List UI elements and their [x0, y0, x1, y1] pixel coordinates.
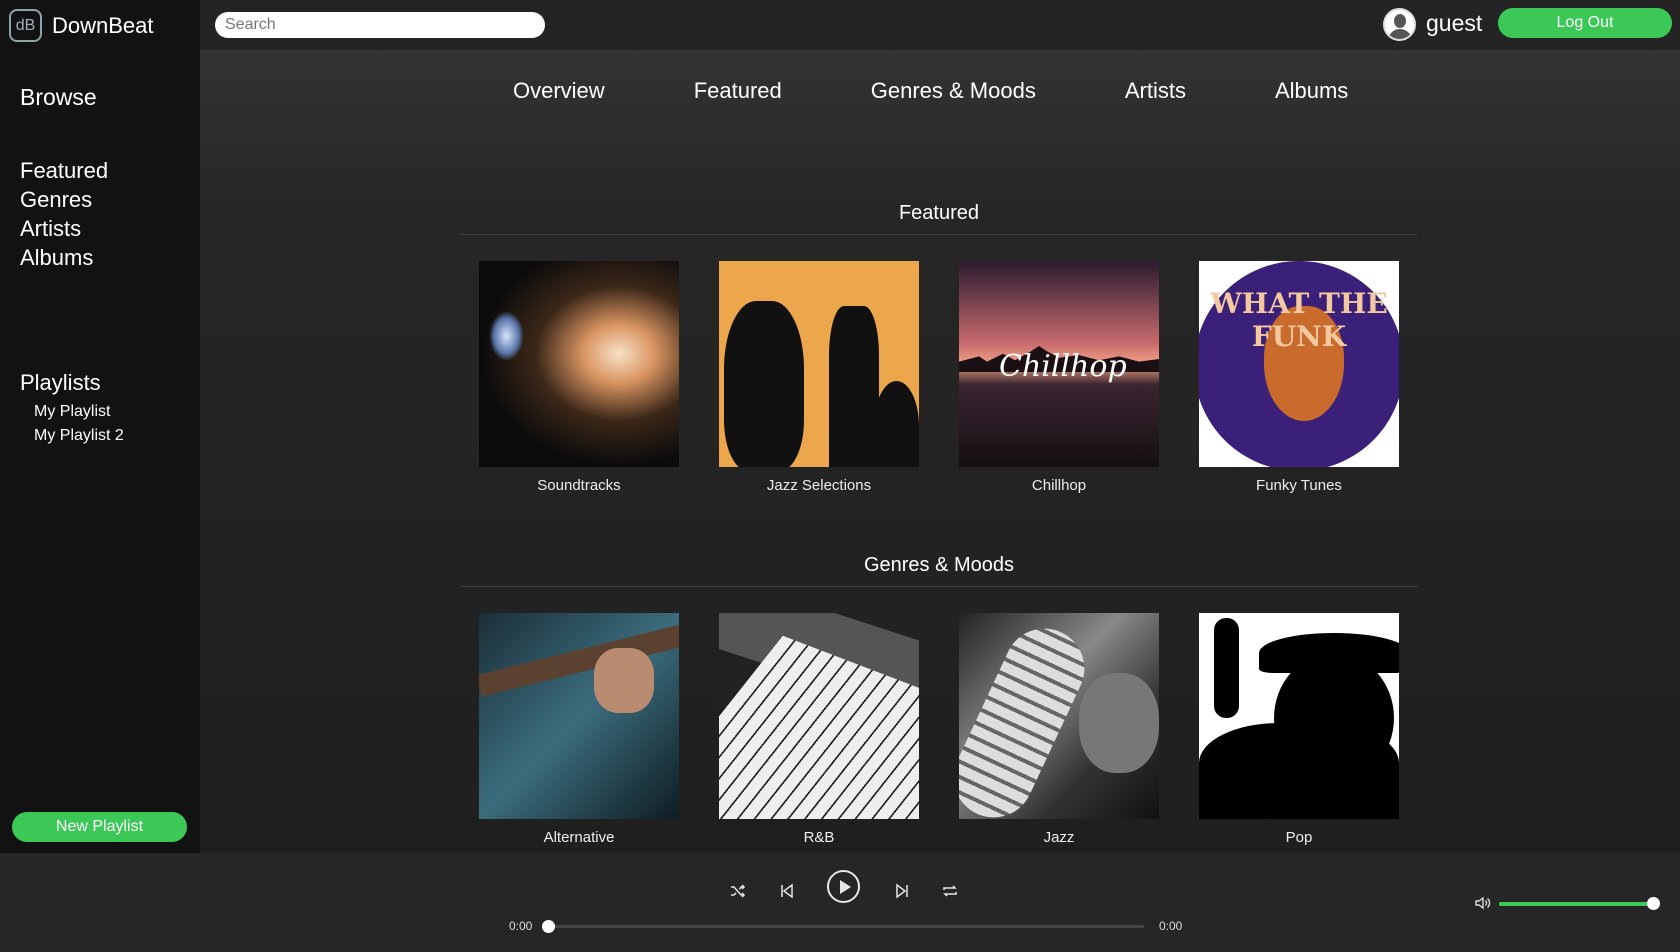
sidebar-item-featured[interactable]: Featured — [20, 156, 108, 185]
genres-divider — [460, 586, 1418, 587]
genre-card-rnb[interactable]: R&B — [719, 613, 919, 846]
cover-detail — [1259, 633, 1399, 673]
play-icon[interactable] — [827, 870, 860, 903]
tab-albums[interactable]: Albums — [1275, 78, 1348, 104]
cover-detail — [874, 381, 919, 467]
sidebar-item-genres[interactable]: Genres — [20, 185, 108, 214]
genres-grid: Alternative R&B Jazz Pop — [479, 613, 1439, 846]
genre-card-jazz[interactable]: Jazz — [959, 613, 1159, 846]
alternative-cover-image — [479, 613, 679, 819]
main-content: Overview Featured Genres & Moods Artists… — [200, 50, 1680, 853]
player-bar: 0:00 0:00 — [0, 853, 1680, 952]
tab-overview[interactable]: Overview — [513, 78, 605, 104]
jazz-cover-image — [959, 613, 1159, 819]
avatar-head — [1394, 14, 1406, 28]
app-root: dB DownBeat Browse Featured Genres Artis… — [0, 0, 1680, 952]
cover-detail — [594, 648, 654, 713]
progress-knob[interactable] — [542, 920, 555, 933]
app-logo[interactable]: dB DownBeat — [9, 9, 154, 42]
play-triangle — [839, 879, 851, 894]
card-caption: Jazz Selections — [766, 477, 872, 494]
search-input[interactable] — [215, 12, 545, 38]
cover-text: WHAT THE FUNK — [1210, 287, 1388, 353]
genre-card-alternative[interactable]: Alternative — [479, 613, 679, 846]
card-caption: Pop — [1285, 829, 1313, 846]
app-name: DownBeat — [52, 12, 154, 38]
avatar-body — [1388, 29, 1412, 39]
repeat-icon[interactable] — [938, 879, 962, 903]
card-caption: Funky Tunes — [1256, 477, 1342, 494]
cover-detail — [1079, 673, 1159, 773]
rnb-cover-image — [719, 613, 919, 819]
sidebar: dB DownBeat Browse Featured Genres Artis… — [0, 0, 200, 853]
duration-time: 0:00 — [1159, 919, 1183, 933]
volume-knob[interactable] — [1647, 897, 1660, 910]
sidebar-browse-heading[interactable]: Browse — [20, 84, 97, 111]
user-name[interactable]: guest — [1426, 10, 1482, 37]
user-avatar-icon[interactable] — [1383, 8, 1416, 41]
logout-button[interactable]: Log Out — [1498, 8, 1672, 38]
genres-section-title: Genres & Moods — [863, 554, 1015, 576]
sidebar-nav: Featured Genres Artists Albums — [20, 156, 108, 272]
chillhop-cover-image: Chillhop — [959, 261, 1159, 467]
featured-card-funky-tunes[interactable]: WHAT THE FUNK Funky Tunes — [1199, 261, 1399, 494]
playlist-item-my-playlist[interactable]: My Playlist — [34, 400, 124, 424]
tab-artists[interactable]: Artists — [1125, 78, 1186, 104]
pop-cover-image — [1199, 613, 1399, 819]
top-header: guest Log Out — [200, 0, 1680, 50]
tab-featured[interactable]: Featured — [694, 78, 782, 104]
genre-card-pop[interactable]: Pop — [1199, 613, 1399, 846]
shuffle-icon[interactable] — [726, 879, 750, 903]
logo-badge: dB — [9, 9, 42, 42]
cover-detail — [489, 311, 524, 361]
card-caption: R&B — [803, 829, 835, 846]
volume-icon[interactable] — [1474, 895, 1496, 913]
sidebar-item-artists[interactable]: Artists — [20, 214, 108, 243]
featured-card-jazz-selections[interactable]: Jazz Selections — [719, 261, 919, 494]
current-time: 0:00 — [509, 919, 533, 933]
previous-icon[interactable] — [775, 879, 799, 903]
featured-section-title: Featured — [898, 202, 980, 224]
card-caption: Jazz — [1043, 829, 1075, 846]
featured-grid: Soundtracks Jazz Selections Chillhop Chi… — [479, 261, 1439, 494]
cover-detail — [724, 301, 804, 467]
soundtracks-cover-image — [479, 261, 679, 467]
cover-text: Chillhop — [999, 349, 1127, 384]
cover-detail — [959, 615, 1098, 819]
jazz-selections-cover-image — [719, 261, 919, 467]
cover-detail — [829, 306, 879, 467]
browse-tabs: Overview Featured Genres & Moods Artists… — [513, 78, 1437, 104]
card-caption: Alternative — [543, 829, 615, 846]
tab-genres-moods[interactable]: Genres & Moods — [871, 78, 1036, 104]
sidebar-playlists-heading: Playlists — [20, 370, 101, 395]
card-caption: Soundtracks — [537, 477, 621, 494]
cover-detail — [1214, 618, 1239, 718]
card-caption: Chillhop — [1031, 477, 1087, 494]
next-icon[interactable] — [890, 879, 914, 903]
featured-divider — [460, 234, 1418, 235]
sidebar-item-albums[interactable]: Albums — [20, 243, 108, 272]
new-playlist-button[interactable]: New Playlist — [12, 812, 187, 842]
funky-tunes-cover-image: WHAT THE FUNK — [1199, 261, 1399, 467]
featured-card-chillhop[interactable]: Chillhop Chillhop — [959, 261, 1159, 494]
featured-card-soundtracks[interactable]: Soundtracks — [479, 261, 679, 494]
playlist-item-my-playlist-2[interactable]: My Playlist 2 — [34, 424, 124, 448]
playlist-list: My Playlist My Playlist 2 — [34, 400, 124, 448]
volume-slider[interactable] — [1499, 897, 1660, 910]
progress-slider[interactable] — [542, 920, 1144, 933]
